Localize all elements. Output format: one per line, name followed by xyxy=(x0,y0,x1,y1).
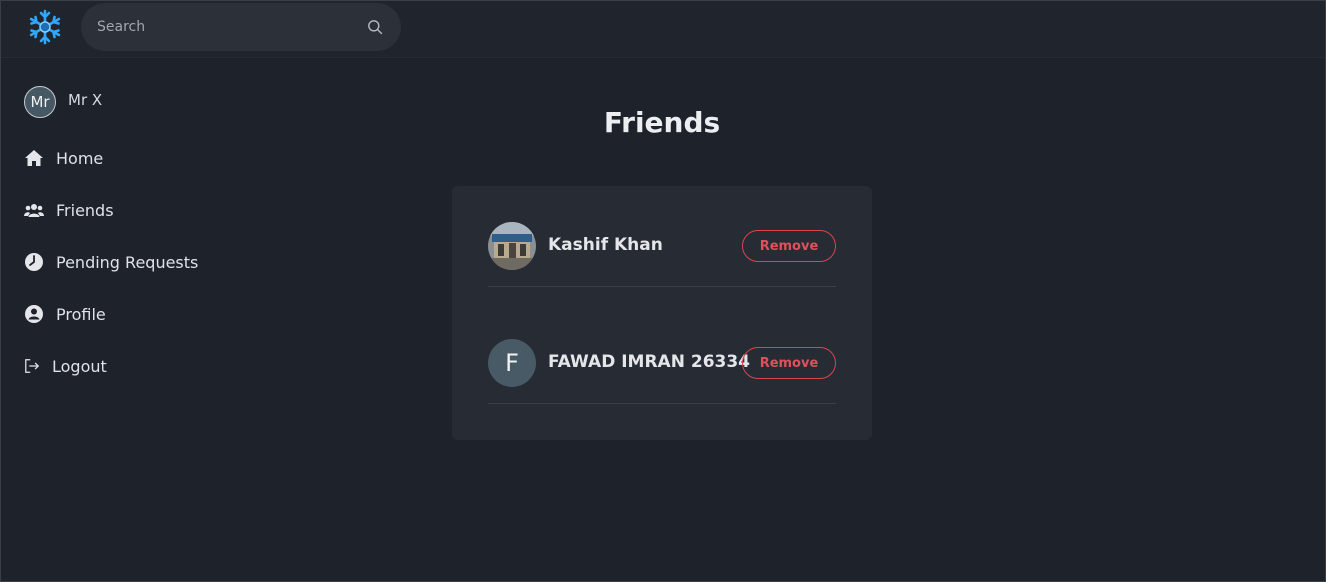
page-title: Friends xyxy=(603,106,721,139)
avatar[interactable]: F xyxy=(488,339,536,387)
remove-button[interactable]: Remove xyxy=(742,347,836,379)
search-input[interactable] xyxy=(97,15,357,39)
sidebar-item-friends[interactable]: Friends xyxy=(24,196,114,224)
search-icon[interactable] xyxy=(367,19,383,35)
clock-icon xyxy=(24,252,44,272)
sidebar-item-home[interactable]: Home xyxy=(24,144,103,172)
friend-name: FAWAD IMRAN 26334 xyxy=(548,352,751,372)
sidebar-item-label: Home xyxy=(56,148,104,168)
current-user[interactable]: Mr Mr X xyxy=(24,85,102,119)
sidebar-item-label: Profile xyxy=(56,304,106,324)
friends-card: Kashif Khan Remove F FAWAD IMRAN 26334 R… xyxy=(452,186,872,440)
user-name: Mr X xyxy=(68,91,103,109)
users-icon xyxy=(24,200,44,220)
search-bar xyxy=(81,3,401,51)
sidebar-item-pending-requests[interactable]: Pending Requests xyxy=(24,248,198,276)
top-bar xyxy=(1,1,1325,58)
sidebar-item-profile[interactable]: Profile xyxy=(24,300,106,328)
list-item: Kashif Khan Remove xyxy=(488,222,836,287)
sidebar-item-logout[interactable]: Logout xyxy=(24,352,107,380)
sidebar-item-label: Logout xyxy=(52,356,107,376)
home-icon xyxy=(24,148,44,168)
remove-button[interactable]: Remove xyxy=(742,230,836,262)
sidebar-item-label: Friends xyxy=(56,200,114,220)
sidebar: Mr Mr X Home Friends Pending Requests Pr… xyxy=(0,58,260,578)
list-item: F FAWAD IMRAN 26334 Remove xyxy=(488,339,836,404)
friend-name: Kashif Khan xyxy=(548,235,663,255)
user-circle-icon xyxy=(24,304,44,324)
avatar: Mr xyxy=(24,86,56,118)
snowflake-icon[interactable] xyxy=(27,9,63,45)
avatar[interactable] xyxy=(488,222,536,270)
logout-icon xyxy=(24,356,40,376)
sidebar-item-label: Pending Requests xyxy=(56,252,199,272)
